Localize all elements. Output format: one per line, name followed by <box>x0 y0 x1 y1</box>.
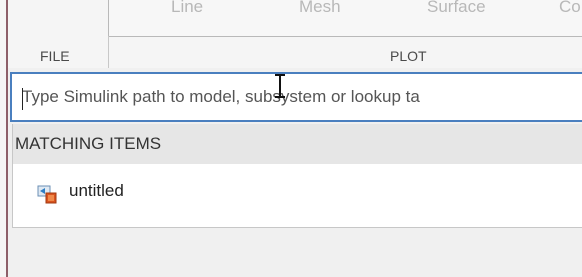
list-item[interactable]: untitled <box>13 176 582 210</box>
gallery-item-line[interactable]: Line <box>171 0 203 17</box>
gallery-item-co[interactable]: Co <box>559 0 581 17</box>
text-caret <box>22 88 23 110</box>
plot-gallery: Line Mesh Surface Co <box>108 0 582 37</box>
section-divider <box>108 36 109 68</box>
toolstrip: Line Mesh Surface Co FILE PLOT <box>8 0 582 68</box>
matching-items-header: MATCHING ITEMS <box>13 124 582 164</box>
matching-items-panel: MATCHING ITEMS untitled <box>12 124 582 228</box>
gallery-item-surface[interactable]: Surface <box>427 0 486 17</box>
ibeam-cursor-icon <box>275 72 285 100</box>
simulink-path-search[interactable] <box>10 72 582 122</box>
gallery-item-mesh[interactable]: Mesh <box>299 0 341 17</box>
search-input[interactable] <box>22 80 582 114</box>
result-label: untitled <box>69 181 124 200</box>
section-label-plot: PLOT <box>390 48 427 64</box>
section-label-file: FILE <box>40 48 70 64</box>
simulink-model-icon <box>37 185 57 204</box>
window-left-edge <box>0 0 8 277</box>
